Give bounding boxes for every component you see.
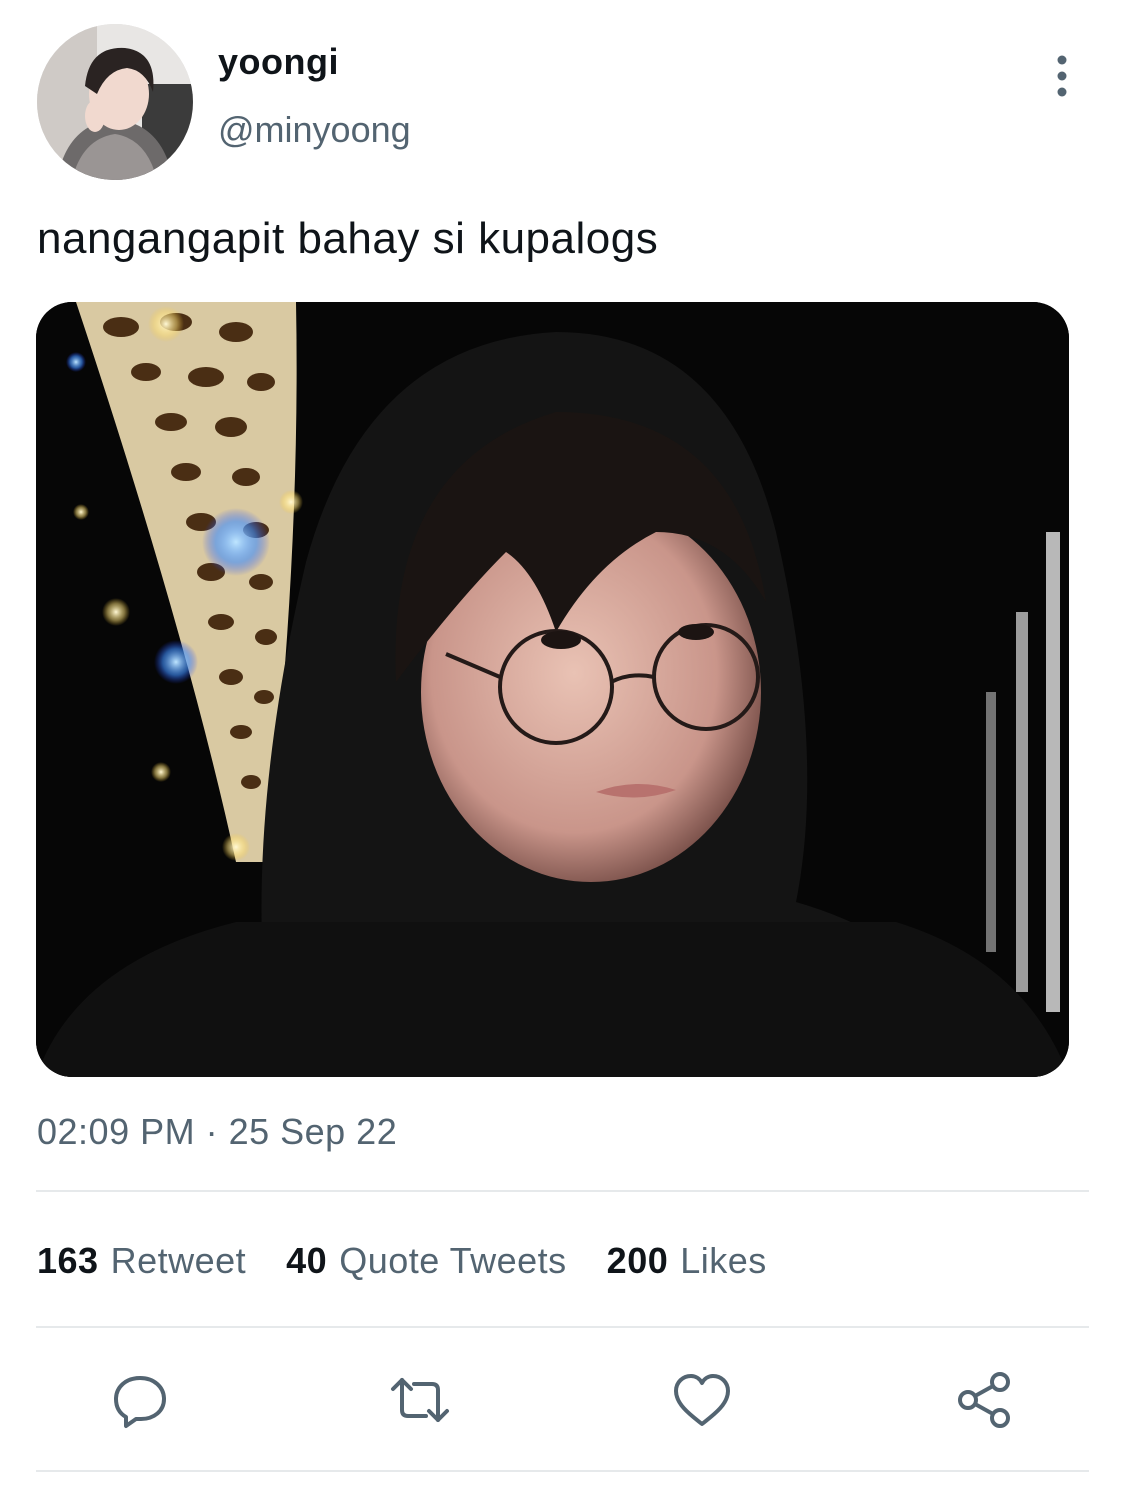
divider — [36, 1190, 1089, 1192]
action-bar — [0, 1360, 1125, 1440]
share-icon — [958, 1372, 1010, 1428]
reply-icon — [114, 1376, 166, 1428]
attached-photo — [36, 302, 1069, 1077]
divider — [36, 1470, 1089, 1472]
quote-tweets-stat[interactable]: 40 Quote Tweets — [286, 1239, 567, 1283]
retweet-stat[interactable]: 163 Retweet — [37, 1239, 246, 1283]
quote-tweets-label: Quote Tweets — [339, 1240, 567, 1281]
likes-count: 200 — [606, 1240, 669, 1281]
share-button[interactable] — [944, 1360, 1024, 1440]
tweet-timestamp[interactable]: 02:09 PM · 25 Sep 22 — [37, 1110, 397, 1154]
divider — [36, 1326, 1089, 1328]
tweet-text: nangangapit bahay si kupalogs — [37, 214, 659, 263]
more-options-button[interactable] — [1040, 52, 1084, 100]
quote-tweets-count: 40 — [286, 1240, 328, 1281]
like-button[interactable] — [662, 1360, 742, 1440]
tweet-media[interactable] — [36, 302, 1069, 1077]
likes-label: Likes — [680, 1240, 767, 1281]
avatar[interactable] — [37, 24, 193, 180]
reply-button[interactable] — [100, 1360, 180, 1440]
user-handle[interactable]: @minyoong — [218, 108, 411, 152]
like-icon — [674, 1374, 730, 1426]
retweet-label: Retweet — [110, 1240, 247, 1281]
avatar-photo — [37, 24, 193, 180]
retweet-button[interactable] — [380, 1360, 460, 1440]
tweet-card: yoongi @minyoong nangangapit bahay si ku… — [0, 0, 1125, 1491]
more-vertical-icon — [1057, 55, 1067, 97]
likes-stat[interactable]: 200 Likes — [607, 1239, 767, 1283]
retweet-count: 163 — [37, 1240, 99, 1281]
tweet-stats: 163 Retweet 40 Quote Tweets 200 Likes — [37, 1238, 807, 1284]
display-name[interactable]: yoongi — [218, 40, 339, 84]
retweet-icon — [391, 1378, 449, 1422]
